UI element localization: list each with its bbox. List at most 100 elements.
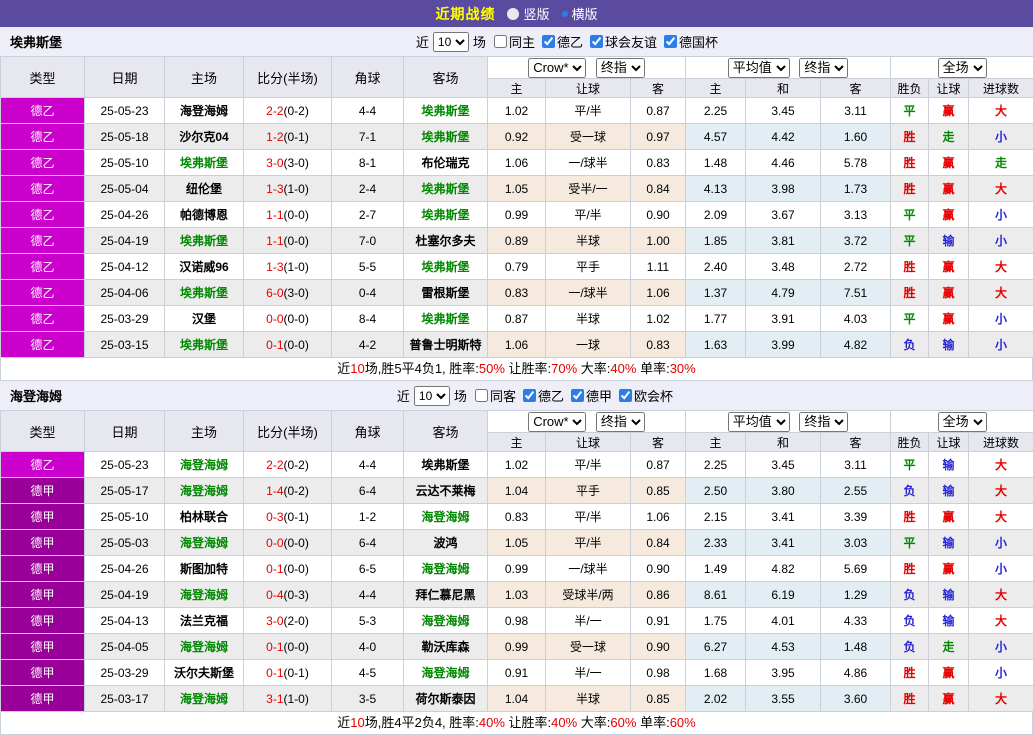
avg-home: 2.25 <box>686 98 746 124</box>
home-team[interactable]: 汉诺威96 <box>165 254 244 280</box>
home-team[interactable]: 帕德博恩 <box>165 202 244 228</box>
home-team[interactable]: 埃弗斯堡 <box>165 332 244 358</box>
summary-segment: 单率: <box>636 361 669 376</box>
scope-select[interactable]: 全场 <box>938 412 987 432</box>
odds-handicap: 平/半 <box>546 504 631 530</box>
match-date: 25-05-10 <box>85 150 165 176</box>
radio-vertical-label: 竖版 <box>523 4 549 23</box>
away-team[interactable]: 埃弗斯堡 <box>404 254 488 280</box>
half-score: (3-0) <box>284 286 309 300</box>
home-team[interactable]: 海登海姆 <box>165 478 244 504</box>
away-team[interactable]: 海登海姆 <box>404 504 488 530</box>
away-team[interactable]: 埃弗斯堡 <box>404 452 488 478</box>
filter-checkbox-input[interactable] <box>571 389 584 402</box>
avg-stage-select[interactable]: 终指 <box>799 412 848 432</box>
filter-checkbox-input[interactable] <box>664 35 677 48</box>
filter-checkbox[interactable]: 欧会杯 <box>612 386 673 405</box>
avg-home: 4.57 <box>686 124 746 150</box>
odds-stage-select[interactable]: 终指 <box>596 58 645 78</box>
home-team[interactable]: 埃弗斯堡 <box>165 150 244 176</box>
radio-vertical[interactable]: 竖版 <box>507 4 549 23</box>
score: 3-1(1-0) <box>244 686 332 712</box>
company-select[interactable]: Crow* <box>528 58 586 78</box>
home-team[interactable]: 海登海姆 <box>165 98 244 124</box>
radio-horizontal[interactable]: 横版 <box>562 4 598 23</box>
away-team[interactable]: 埃弗斯堡 <box>404 202 488 228</box>
filter-checkbox[interactable]: 德国杯 <box>657 32 718 51</box>
average-select[interactable]: 平均值 <box>728 412 790 432</box>
away-team[interactable]: 云达不莱梅 <box>404 478 488 504</box>
scope-select[interactable]: 全场 <box>938 58 987 78</box>
away-team[interactable]: 海登海姆 <box>404 660 488 686</box>
home-team[interactable]: 沙尔克04 <box>165 124 244 150</box>
filter-checkbox[interactable]: 德乙 <box>535 32 583 51</box>
away-team[interactable]: 波鸿 <box>404 530 488 556</box>
filter-checkbox-input[interactable] <box>590 35 603 48</box>
home-team[interactable]: 法兰克福 <box>165 608 244 634</box>
filter-checkbox[interactable]: 同主 <box>490 32 535 51</box>
home-team[interactable]: 海登海姆 <box>165 452 244 478</box>
home-team[interactable]: 埃弗斯堡 <box>165 228 244 254</box>
away-team[interactable]: 荷尔斯泰因 <box>404 686 488 712</box>
filter-checkbox[interactable]: 同客 <box>471 386 516 405</box>
corner-score: 0-4 <box>332 280 404 306</box>
filter-checkbox-input[interactable] <box>494 35 507 48</box>
company-odds-header: Crow* 终指 <box>488 57 686 79</box>
col-header-avg-draw: 和 <box>746 79 821 98</box>
filter-checkbox[interactable]: 德乙 <box>516 386 564 405</box>
home-team[interactable]: 柏林联合 <box>165 504 244 530</box>
odds-handicap: 半/一 <box>546 660 631 686</box>
filter-checkbox-label: 德国杯 <box>679 32 718 51</box>
filter-checkbox-input[interactable] <box>523 389 536 402</box>
filter-checkbox-input[interactable] <box>475 389 488 402</box>
recent-count-select[interactable]: 10 <box>414 386 450 406</box>
home-team[interactable]: 海登海姆 <box>165 582 244 608</box>
average-select[interactable]: 平均值 <box>728 58 790 78</box>
away-team[interactable]: 拜仁慕尼黑 <box>404 582 488 608</box>
col-header-date: 日期 <box>85 411 165 452</box>
odds-away: 1.11 <box>631 254 686 280</box>
avg-draw: 4.79 <box>746 280 821 306</box>
home-team[interactable]: 海登海姆 <box>165 634 244 660</box>
radio-horizontal-icon <box>562 11 568 17</box>
filter-checkbox-input[interactable] <box>542 35 555 48</box>
result-outcome: 负 <box>891 332 929 358</box>
league-badge: 德乙 <box>1 332 85 358</box>
away-team[interactable]: 布伦瑞克 <box>404 150 488 176</box>
odds-stage-select[interactable]: 终指 <box>596 412 645 432</box>
league-badge: 德乙 <box>1 254 85 280</box>
avg-stage-select[interactable]: 终指 <box>799 58 848 78</box>
result-goals: 大 <box>969 504 1033 530</box>
away-team[interactable]: 杜塞尔多夫 <box>404 228 488 254</box>
away-team[interactable]: 海登海姆 <box>404 556 488 582</box>
away-team[interactable]: 雷根斯堡 <box>404 280 488 306</box>
away-team[interactable]: 埃弗斯堡 <box>404 176 488 202</box>
filter-checkbox[interactable]: 德甲 <box>564 386 612 405</box>
home-team[interactable]: 纽伦堡 <box>165 176 244 202</box>
filter-checkbox[interactable]: 球会友谊 <box>583 32 657 51</box>
final-score: 0-1 <box>266 338 283 352</box>
recent-count-select[interactable]: 10 <box>433 32 469 52</box>
result-goals: 小 <box>969 556 1033 582</box>
company-select[interactable]: Crow* <box>528 412 586 432</box>
away-team[interactable]: 埃弗斯堡 <box>404 98 488 124</box>
results-table: 类型 日期 主场 比分(半场) 角球 客场 Crow* 终指 平均值 终指 全场 <box>0 56 1033 358</box>
home-team[interactable]: 海登海姆 <box>165 530 244 556</box>
home-team[interactable]: 沃尔夫斯堡 <box>165 660 244 686</box>
odds-handicap: 平/半 <box>546 452 631 478</box>
match-date: 25-04-19 <box>85 228 165 254</box>
away-team[interactable]: 埃弗斯堡 <box>404 306 488 332</box>
away-team[interactable]: 埃弗斯堡 <box>404 124 488 150</box>
home-team[interactable]: 汉堡 <box>165 306 244 332</box>
avg-home: 1.75 <box>686 608 746 634</box>
odds-away: 0.86 <box>631 582 686 608</box>
away-team[interactable]: 普鲁士明斯特 <box>404 332 488 358</box>
home-team[interactable]: 埃弗斯堡 <box>165 280 244 306</box>
home-team[interactable]: 海登海姆 <box>165 686 244 712</box>
away-team[interactable]: 海登海姆 <box>404 608 488 634</box>
away-team[interactable]: 勒沃库森 <box>404 634 488 660</box>
match-date: 25-03-29 <box>85 306 165 332</box>
home-team[interactable]: 斯图加特 <box>165 556 244 582</box>
league-filter-checkboxes: 同主德乙球会友谊 德国杯 <box>490 32 718 51</box>
filter-checkbox-input[interactable] <box>619 389 632 402</box>
